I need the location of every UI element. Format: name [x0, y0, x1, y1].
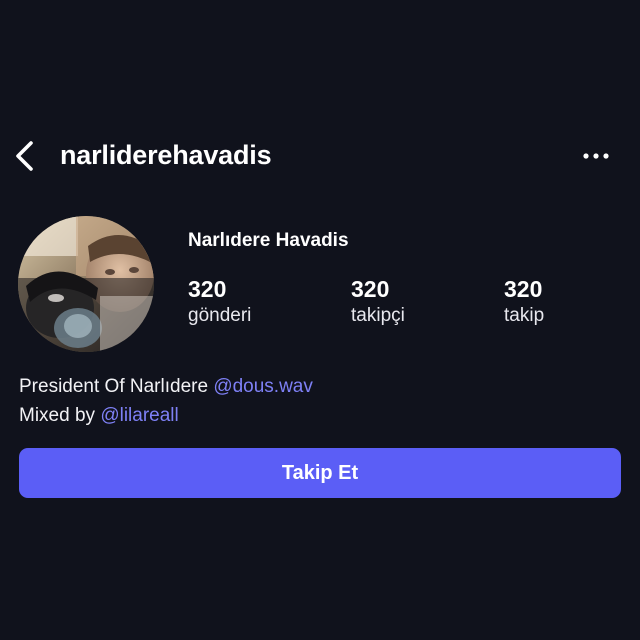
profile-bio: President Of Narlıdere @dous.wav Mixed b…	[19, 372, 313, 430]
stat-posts[interactable]: 320 gönderi	[188, 276, 251, 330]
profile-header: narliderehavadis	[0, 132, 640, 180]
profile-username: narliderehavadis	[60, 140, 272, 170]
more-horizontal-icon	[583, 153, 609, 159]
bio-line: Mixed by @lilareall	[19, 401, 313, 430]
stat-followers-count: 320	[351, 276, 390, 302]
stat-following-label: takip	[504, 305, 545, 326]
bio-text: President Of Narlıdere	[19, 376, 214, 397]
mention-link[interactable]: @lilareall	[100, 405, 178, 426]
follow-button[interactable]: Takip Et	[19, 448, 621, 498]
profile-photo	[18, 216, 154, 352]
bio-line: President Of Narlıdere @dous.wav	[19, 372, 313, 401]
display-name: Narlıdere Havadis	[188, 230, 349, 251]
back-button[interactable]	[10, 138, 40, 174]
stat-posts-count: 320	[188, 276, 227, 302]
more-options-button[interactable]	[580, 142, 612, 170]
stat-posts-label: gönderi	[188, 305, 252, 326]
stat-followers-label: takipçi	[351, 305, 405, 326]
mention-link[interactable]: @dous.wav	[213, 376, 313, 397]
bio-text: Mixed by	[19, 405, 101, 426]
stat-followers[interactable]: 320 takipçi	[351, 276, 405, 330]
profile-screen: narliderehavadis Narlıdere Havadis 320 g…	[0, 0, 640, 640]
avatar[interactable]	[18, 216, 154, 352]
chevron-left-icon	[16, 141, 33, 171]
stat-following[interactable]: 320 takip	[504, 276, 544, 330]
stat-following-count: 320	[504, 276, 543, 302]
